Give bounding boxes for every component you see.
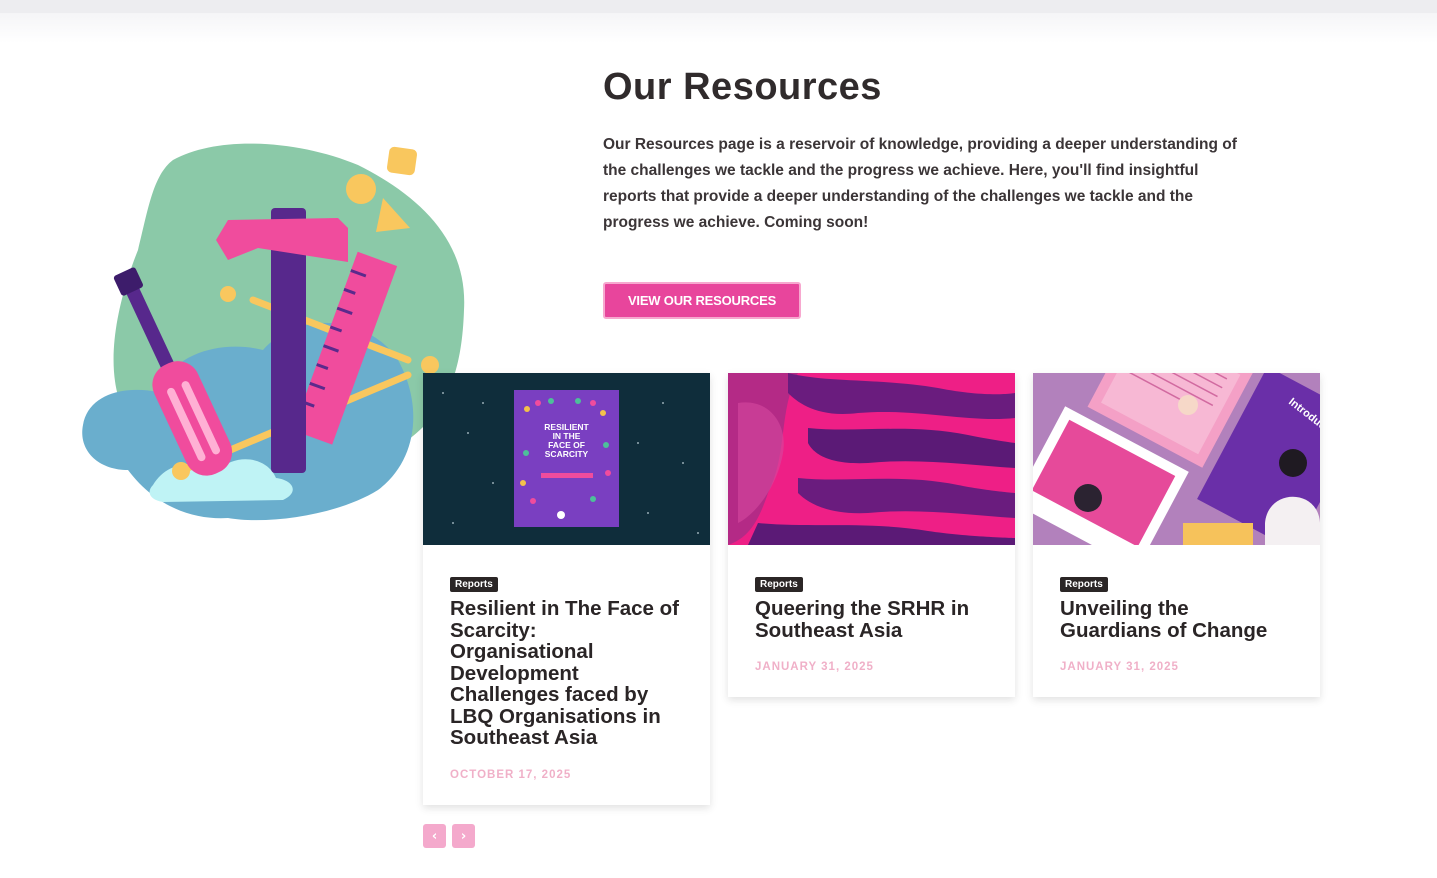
resource-card[interactable]: Reports Queering the SRHR in Southeast A… <box>728 373 1015 697</box>
carousel-prev-button[interactable]: ‹ <box>423 824 446 848</box>
carousel-next-button[interactable]: › <box>452 824 475 848</box>
section-title: Our Resources <box>603 66 882 108</box>
card-thumbnail[interactable]: RESILIENT IN THE FACE OF SCARCITY <box>423 373 710 545</box>
resource-card[interactable]: Introduction Reports Unveiling the Guard… <box>1033 373 1320 697</box>
card-title[interactable]: Unveiling the Guardians of Change <box>1060 598 1293 641</box>
card-thumbnail[interactable]: Introduction <box>1033 373 1320 545</box>
section-description: Our Resources page is a reservoir of kno… <box>603 136 1237 231</box>
svg-text:SCARCITY: SCARCITY <box>545 449 589 459</box>
category-badge[interactable]: Reports <box>1060 577 1108 592</box>
chevron-right-icon: › <box>460 828 467 844</box>
chevron-left-icon: ‹ <box>431 828 438 844</box>
resource-card[interactable]: RESILIENT IN THE FACE OF SCARCITY Report… <box>423 373 710 805</box>
card-date: JANUARY 31, 2025 <box>755 661 874 673</box>
category-badge[interactable]: Reports <box>755 577 803 592</box>
top-bar <box>0 0 1437 13</box>
card-date: OCTOBER 17, 2025 <box>450 768 572 781</box>
card-title[interactable]: Queering the SRHR in Southeast Asia <box>755 598 988 641</box>
card-title[interactable]: Resilient in The Face of Scarcity: Organ… <box>450 598 683 749</box>
view-resources-button[interactable]: VIEW OUR RESOURCES <box>603 282 801 319</box>
tools-illustration <box>82 143 465 521</box>
card-date: JANUARY 31, 2025 <box>1060 661 1179 673</box>
card-thumbnail[interactable] <box>728 373 1015 545</box>
top-bar-shadow <box>0 13 1437 43</box>
category-badge[interactable]: Reports <box>450 577 498 592</box>
